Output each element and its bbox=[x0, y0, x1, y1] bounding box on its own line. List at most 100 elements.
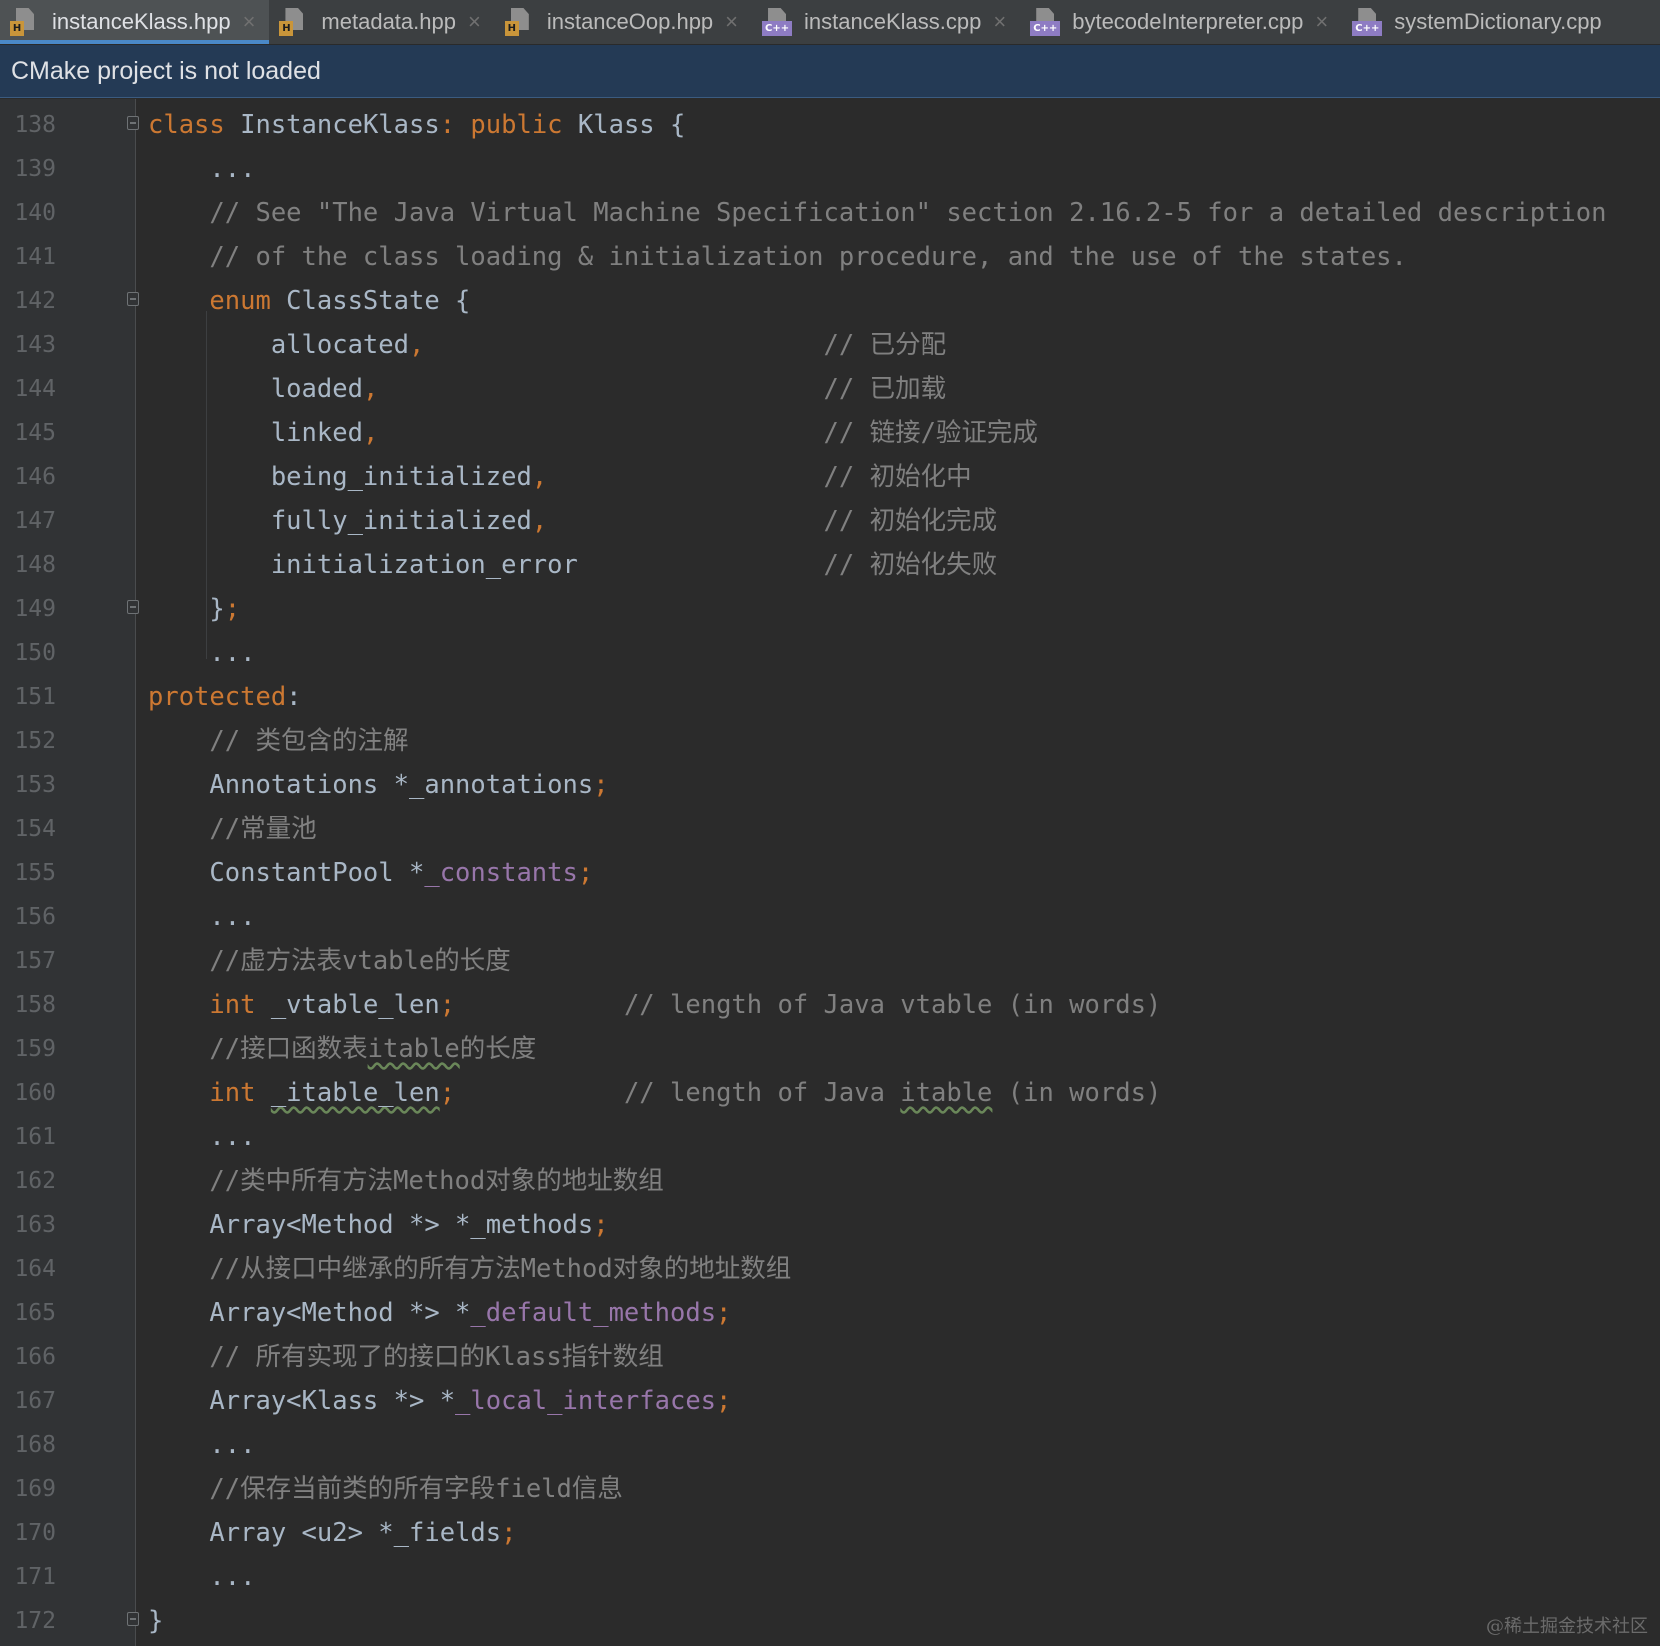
tab-systemdictionary-cpp[interactable]: C++ systemDictionary.cpp bbox=[1342, 0, 1627, 44]
tab-metadata-hpp[interactable]: Hmetadata.hpp × bbox=[269, 0, 494, 44]
code-line[interactable]: 158 int _vtable_len; // length of Java v… bbox=[0, 983, 1660, 1027]
code-line[interactable]: 162 //类中所有方法Method对象的地址数组 bbox=[0, 1159, 1660, 1203]
code-line[interactable]: 153 Annotations *_annotations; bbox=[0, 763, 1660, 807]
code-text: // 所有实现了的接口的Klass指针数组 bbox=[148, 1335, 663, 1379]
line-number: 145 bbox=[14, 420, 56, 446]
code-line[interactable]: 166 // 所有实现了的接口的Klass指针数组 bbox=[0, 1335, 1660, 1379]
code-line[interactable]: 164 //从接口中继承的所有方法Method对象的地址数组 bbox=[0, 1247, 1660, 1291]
tab-label: systemDictionary.cpp bbox=[1394, 9, 1602, 34]
code-line[interactable]: 141 // of the class loading & initializa… bbox=[0, 235, 1660, 279]
code-text: ConstantPool *_constants; bbox=[148, 851, 593, 895]
tab-label: bytecodeInterpreter.cpp bbox=[1072, 9, 1304, 34]
code-token: Array<Method *> *_methods bbox=[148, 1210, 594, 1240]
cpp-file-icon: C++ bbox=[1030, 8, 1061, 36]
code-line[interactable]: 148 initialization_error // 初始化失败 bbox=[0, 543, 1660, 587]
code-token: , bbox=[531, 462, 548, 492]
code-token: Annotations *_annotations bbox=[148, 770, 594, 800]
code-text: ... bbox=[148, 1555, 255, 1599]
code-token: ; bbox=[593, 770, 609, 800]
code-line[interactable]: 165 Array<Method *> *_default_methods; bbox=[0, 1291, 1660, 1335]
code-line[interactable]: 140 // See "The Java Virtual Machine Spe… bbox=[0, 191, 1660, 235]
fold-toggle-icon[interactable] bbox=[127, 600, 139, 614]
code-text: Array<Method *> *_methods; bbox=[148, 1203, 608, 1247]
code-token: //从接口中继承的所有方法Method对象的地址数组 bbox=[148, 1254, 792, 1284]
line-number: 170 bbox=[14, 1520, 56, 1546]
code-text: }; bbox=[148, 587, 240, 631]
line-number: 143 bbox=[14, 332, 56, 358]
code-text: being_initialized, // 初始化中 bbox=[148, 455, 972, 499]
line-number: 158 bbox=[14, 992, 56, 1018]
line-number: 153 bbox=[14, 772, 56, 798]
code-line[interactable]: 161 ... bbox=[0, 1115, 1660, 1159]
code-text: Annotations *_annotations; bbox=[148, 763, 609, 807]
code-line[interactable]: 154 //常量池 bbox=[0, 807, 1660, 851]
code-line[interactable]: 172} bbox=[0, 1599, 1660, 1643]
code-line[interactable]: 142 enum ClassState { bbox=[0, 279, 1660, 323]
line-number: 169 bbox=[14, 1476, 56, 1502]
code-line[interactable]: 149 }; bbox=[0, 587, 1660, 631]
line-number: 159 bbox=[14, 1036, 56, 1062]
tab-instanceklass-hpp[interactable]: HinstanceKlass.hpp × bbox=[0, 0, 270, 44]
code-token: ... bbox=[148, 1122, 256, 1152]
code-token: ; bbox=[501, 1518, 517, 1548]
code-line[interactable]: 143 allocated, // 已分配 bbox=[0, 323, 1660, 367]
code-line[interactable]: 151 protected: bbox=[0, 675, 1660, 719]
line-number: 161 bbox=[14, 1124, 56, 1150]
code-token: linked bbox=[148, 418, 363, 448]
code-line[interactable]: 159 //接口函数表itable的长度 bbox=[0, 1027, 1660, 1071]
code-token: : public bbox=[439, 110, 578, 140]
fold-toggle-icon[interactable] bbox=[127, 116, 139, 130]
cmake-notification-bar: CMake project is not loaded bbox=[0, 45, 1660, 98]
code-line[interactable]: 168 ... bbox=[0, 1423, 1660, 1467]
tab-label: instanceKlass.hpp bbox=[52, 9, 231, 34]
fold-toggle-icon[interactable] bbox=[127, 1612, 139, 1626]
code-token: 的长度 bbox=[459, 1034, 537, 1064]
code-line[interactable]: 139 ... bbox=[0, 147, 1660, 191]
code-line[interactable]: 163 Array<Method *> *_methods; bbox=[0, 1203, 1660, 1247]
tab-bytecodeinterpreter-cpp[interactable]: C++ bytecodeInterpreter.cpp × bbox=[1020, 0, 1342, 44]
code-text: ... bbox=[148, 631, 255, 675]
fold-toggle-icon[interactable] bbox=[127, 292, 139, 306]
code-text: //虚方法表vtable的长度 bbox=[148, 939, 510, 983]
code-line[interactable]: 167 Array<Klass *> *_local_interfaces; bbox=[0, 1379, 1660, 1423]
code-token: ; bbox=[224, 594, 241, 624]
code-token: //常量池 bbox=[148, 814, 317, 844]
code-token: ... bbox=[148, 902, 256, 932]
code-line[interactable]: 155 ConstantPool *_constants; bbox=[0, 851, 1660, 895]
close-icon[interactable]: × bbox=[725, 9, 738, 35]
code-line[interactable]: 169 //保存当前类的所有字段field信息 bbox=[0, 1467, 1660, 1511]
close-icon[interactable]: × bbox=[1315, 9, 1328, 35]
code-line[interactable]: 138 class InstanceKlass: public Klass { bbox=[0, 103, 1660, 147]
code-token: Array<Klass *> * bbox=[148, 1386, 456, 1416]
line-number: 164 bbox=[14, 1256, 56, 1282]
code-line[interactable]: 157 //虚方法表vtable的长度 bbox=[0, 939, 1660, 983]
line-number: 140 bbox=[14, 200, 56, 226]
code-line[interactable]: 144 loaded, // 已加载 bbox=[0, 367, 1660, 411]
close-icon[interactable]: × bbox=[993, 9, 1006, 35]
code-text: class InstanceKlass: public Klass { bbox=[148, 103, 685, 147]
code-line[interactable]: 146 being_initialized, // 初始化中 bbox=[0, 455, 1660, 499]
code-line[interactable]: 160 int _itable_len; // length of Java i… bbox=[0, 1071, 1660, 1115]
code-editor[interactable]: 138 class InstanceKlass: public Klass {13… bbox=[0, 99, 1660, 1646]
code-token: _vtable_len bbox=[270, 990, 440, 1020]
code-line[interactable]: 145 linked, // 链接/验证完成 bbox=[0, 411, 1660, 455]
line-number: 162 bbox=[14, 1168, 56, 1194]
code-line[interactable]: 170 Array <u2> *_fields; bbox=[0, 1511, 1660, 1555]
tab-instanceoop-hpp[interactable]: HinstanceOop.hpp × bbox=[495, 0, 752, 44]
code-line[interactable]: 152 // 类包含的注解 bbox=[0, 719, 1660, 763]
line-number: 172 bbox=[14, 1608, 56, 1634]
close-icon[interactable]: × bbox=[243, 9, 256, 35]
code-line[interactable]: 156 ... bbox=[0, 895, 1660, 939]
code-token: // 初始化中 bbox=[547, 462, 972, 492]
line-number: 156 bbox=[14, 904, 56, 930]
header-file-icon: H bbox=[504, 8, 535, 36]
tab-instanceklass-cpp[interactable]: C++ instanceKlass.cpp × bbox=[752, 0, 1020, 44]
line-number: 165 bbox=[14, 1300, 56, 1326]
close-icon[interactable]: × bbox=[468, 9, 481, 35]
code-line[interactable]: 147 fully_initialized, // 初始化完成 bbox=[0, 499, 1660, 543]
code-line[interactable]: 171 ... bbox=[0, 1555, 1660, 1599]
code-line[interactable]: 150 ... bbox=[0, 631, 1660, 675]
code-text: //常量池 bbox=[148, 807, 317, 851]
code-token: _itable_len bbox=[270, 1078, 440, 1108]
notification-text: CMake project is not loaded bbox=[11, 57, 321, 85]
